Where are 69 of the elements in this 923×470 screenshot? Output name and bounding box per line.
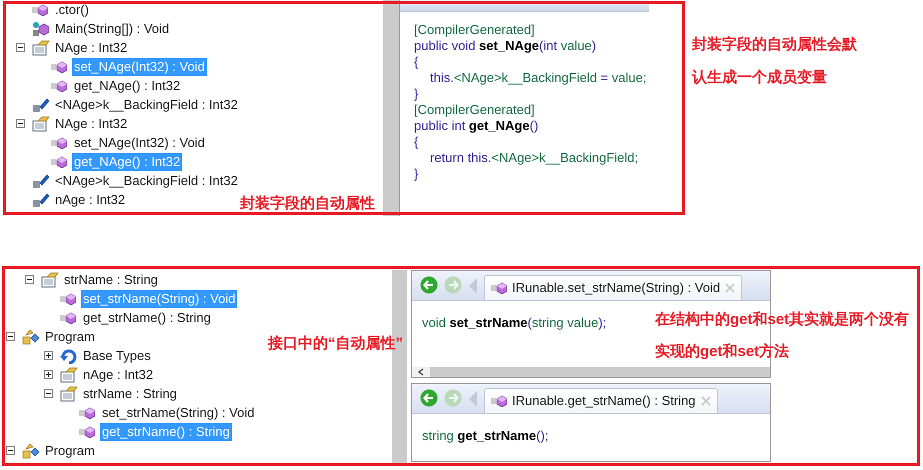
- class-icon: [22, 328, 40, 344]
- tree-item[interactable]: .ctor(): [53, 0, 91, 18]
- method-icon: [51, 80, 67, 92]
- code-line: this.<NAge>k__BackingField = value;: [429, 70, 646, 86]
- collapse-toggle[interactable]: [16, 43, 25, 52]
- property-icon: [60, 366, 78, 382]
- annotation-text: 封装字段的自动属性会默认生成一个成员变量: [692, 35, 858, 88]
- tree-item[interactable]: set_NAge(Int32) : Void: [72, 134, 207, 152]
- code-line: string get_strName();: [422, 428, 548, 444]
- tree-item[interactable]: nAge : Int32: [53, 190, 128, 208]
- code-line: }: [414, 86, 418, 102]
- tree-item[interactable]: <NAge>k__BackingField : Int32: [53, 172, 240, 190]
- code-line: [CompilerGenerated]: [414, 102, 535, 118]
- back-button[interactable]: [420, 276, 438, 294]
- annotation-text: 接口中的“自动属性”: [268, 334, 403, 354]
- tree-item[interactable]: Program: [43, 328, 97, 346]
- method-icon: [51, 60, 67, 72]
- method-icon: [79, 406, 95, 418]
- property-icon: [32, 116, 50, 132]
- code-line: }: [414, 166, 418, 182]
- tab[interactable]: IRunable.get_strName() : String: [484, 388, 718, 413]
- static-method-icon: [32, 20, 49, 36]
- method-icon: [491, 282, 507, 294]
- code-line: void set_strName(string value);: [422, 315, 606, 331]
- annotation-text: 在结构中的get和set其实就是两个没有实现的get和set方法: [655, 310, 910, 362]
- collapse-toggle[interactable]: [16, 119, 25, 128]
- method-icon: [32, 4, 48, 16]
- code-line: public int get_NAge(): [414, 118, 538, 134]
- code-line: public void set_NAge(int value): [414, 38, 596, 54]
- tree-item[interactable]: get_strName() : String: [81, 308, 213, 326]
- property-icon: [32, 40, 50, 56]
- tree-item[interactable]: get_NAge() : Int32: [72, 76, 182, 94]
- field-icon: [32, 172, 50, 188]
- method-icon: [51, 156, 67, 168]
- method-icon: [60, 312, 76, 324]
- tree-item[interactable]: strName : String: [62, 270, 160, 288]
- tree-item[interactable]: NAge : Int32: [53, 114, 130, 132]
- curved-arrow-icon: [60, 348, 77, 364]
- collapse-toggle[interactable]: [25, 275, 34, 284]
- code-line: {: [414, 54, 418, 70]
- collapse-toggle[interactable]: [6, 332, 15, 341]
- code-line: {: [414, 134, 418, 150]
- method-icon: [51, 136, 67, 148]
- method-icon: [491, 395, 507, 407]
- tree-item[interactable]: set_strName(String) : Void: [100, 404, 256, 422]
- collapse-toggle[interactable]: [6, 446, 15, 455]
- code-line: [CompilerGenerated]: [414, 22, 535, 38]
- tree-item[interactable]: nAge : Int32: [81, 366, 156, 384]
- scroll-left-icon[interactable]: [412, 367, 430, 377]
- method-icon: [79, 426, 95, 438]
- tree-item[interactable]: <NAge>k__BackingField : Int32: [53, 96, 240, 114]
- tab[interactable]: IRunable.set_strName(String) : Void: [484, 275, 742, 300]
- expand-toggle[interactable]: [44, 370, 53, 379]
- class-icon: [22, 442, 40, 458]
- tree-item[interactable]: Program: [43, 442, 97, 460]
- expand-toggle[interactable]: [44, 351, 53, 360]
- code-line: return this.<NAge>k__BackingField;: [429, 150, 638, 166]
- tree-item[interactable]: Main(String[]) : Void: [53, 20, 172, 38]
- tree-item[interactable]: strName : String: [81, 384, 179, 402]
- tree-item[interactable]: Base Types: [81, 346, 153, 364]
- field-icon: [32, 192, 50, 208]
- collapse-toggle[interactable]: [44, 389, 53, 398]
- back-button[interactable]: [420, 389, 438, 407]
- field-icon: [32, 96, 50, 112]
- method-icon: [60, 292, 76, 304]
- annotation-text: 封装字段的自动属性: [240, 194, 375, 214]
- property-icon: [41, 272, 59, 288]
- property-icon: [60, 386, 78, 402]
- tree-item[interactable]: NAge : Int32: [53, 38, 130, 56]
